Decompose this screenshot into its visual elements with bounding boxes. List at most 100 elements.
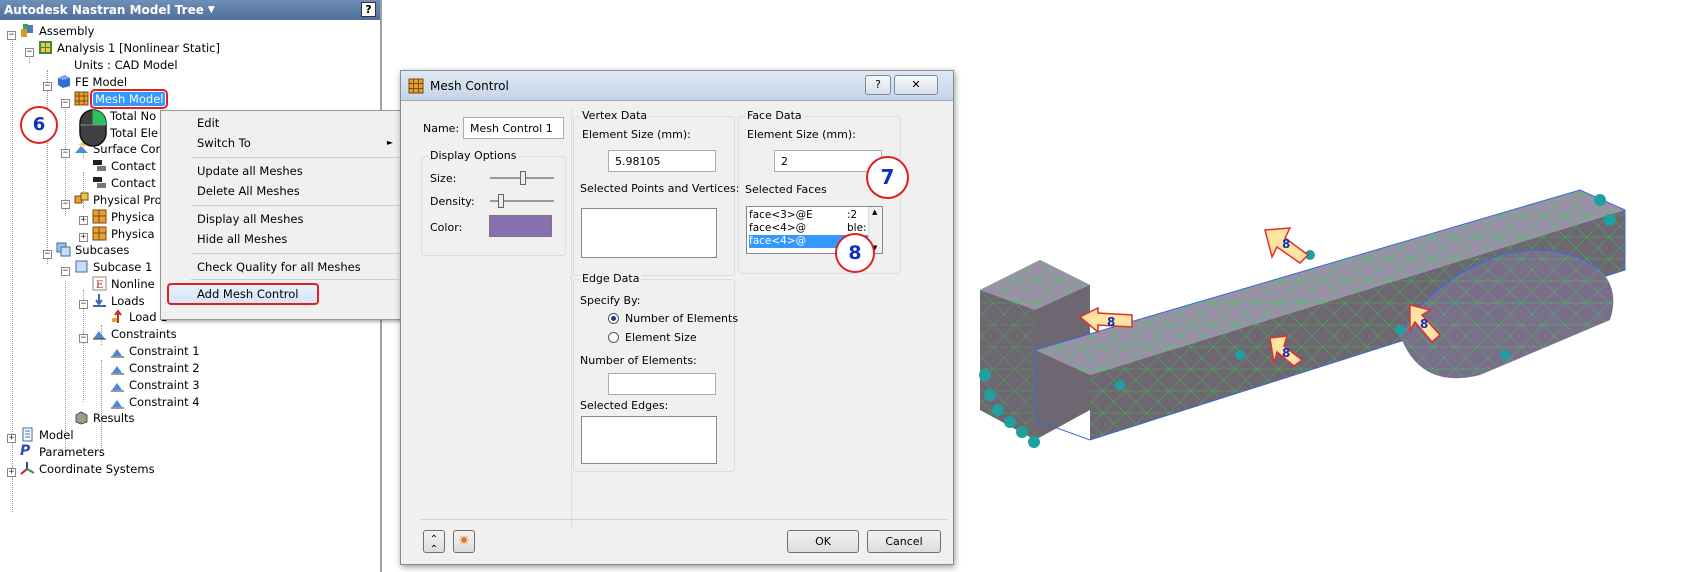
submenu-arrow-icon: ► bbox=[386, 138, 393, 147]
constraint-icon bbox=[111, 349, 124, 358]
display-options-group: Display Options Size: Density: Color: bbox=[421, 149, 566, 256]
tree-node-constraints[interactable]: Constraints bbox=[92, 325, 177, 342]
face-element-size-field[interactable] bbox=[774, 150, 882, 172]
tree-node-units[interactable]: Units : CAD Model bbox=[74, 56, 178, 73]
menu-item-hide-all-meshes[interactable]: Hide all Meshes bbox=[163, 229, 401, 249]
assembly-icon bbox=[21, 24, 33, 37]
mesh-control-icon bbox=[408, 78, 424, 94]
tree-node-contact-1[interactable]: Contact bbox=[92, 157, 156, 174]
name-field[interactable] bbox=[463, 117, 564, 139]
size-label: Size: bbox=[430, 172, 457, 185]
settings-button[interactable]: ✷ bbox=[453, 530, 475, 553]
tree-node-constraint-3[interactable]: Constraint 3 bbox=[110, 376, 200, 393]
selected-points-label: Selected Points and Vertices: bbox=[580, 182, 740, 195]
tree-node-assembly[interactable]: Assembly bbox=[20, 22, 94, 39]
vertex-element-size-field[interactable] bbox=[608, 150, 716, 172]
tree-node-load-1[interactable]: Load 1 bbox=[110, 308, 168, 325]
number-of-elements-field[interactable] bbox=[608, 373, 716, 395]
mesh-icon bbox=[74, 91, 89, 106]
selected-edges-list[interactable] bbox=[581, 416, 717, 464]
tree-node-loads[interactable]: Loads bbox=[92, 292, 145, 309]
cancel-button[interactable]: Cancel bbox=[867, 530, 941, 553]
step-callout-8: 8 bbox=[835, 233, 875, 273]
load-arrow-icon bbox=[112, 309, 122, 323]
menu-item-edit[interactable]: Edit bbox=[163, 113, 401, 133]
physical-icon bbox=[92, 226, 107, 241]
mesh-model-label: Mesh Model bbox=[89, 88, 169, 109]
dialog-title: Mesh Control bbox=[430, 79, 509, 93]
dropdown-arrow-icon[interactable]: ▼ bbox=[208, 5, 215, 15]
menu-item-check-quality[interactable]: Check Quality for all Meshes bbox=[163, 257, 401, 277]
vertex-element-size-label: Element Size (mm): bbox=[582, 128, 691, 141]
ok-button[interactable]: OK bbox=[787, 530, 859, 553]
selected-points-list[interactable] bbox=[581, 208, 717, 258]
collapse-button[interactable]: ⌃ ⌃ bbox=[423, 530, 445, 555]
step-callout-7: 7 bbox=[866, 156, 909, 199]
tree-node-constraint-1[interactable]: Constraint 1 bbox=[110, 342, 200, 359]
constraints-icon bbox=[93, 331, 106, 340]
tree-node-contact-2[interactable]: Contact bbox=[92, 174, 156, 191]
tree-node-total-elements[interactable]: Total Ele bbox=[110, 124, 158, 141]
tree-node-fe-model[interactable]: FE Model bbox=[56, 73, 127, 90]
tree-node-model[interactable]: Model bbox=[20, 426, 74, 443]
menu-item-add-mesh-control[interactable]: Add Mesh Control bbox=[167, 283, 319, 305]
radio-element-size[interactable]: Element Size bbox=[608, 331, 697, 344]
menu-item-display-all-meshes[interactable]: Display all Meshes bbox=[163, 209, 401, 229]
help-icon[interactable]: ? bbox=[361, 2, 376, 17]
tree-node-physical-properties[interactable]: Physical Pro bbox=[74, 191, 162, 208]
tree-node-total-nodes[interactable]: Total No bbox=[110, 107, 156, 124]
menu-item-update-all-meshes[interactable]: Update all Meshes bbox=[163, 161, 401, 181]
tree-node-physical-1[interactable]: Physica bbox=[92, 208, 155, 225]
svg-text:8: 8 bbox=[1420, 317, 1428, 331]
tree-node-subcase-1[interactable]: Subcase 1 bbox=[74, 258, 152, 275]
analysis-icon bbox=[39, 41, 52, 54]
model-tree-header[interactable]: Autodesk Nastran Model Tree ▼ ? bbox=[0, 0, 380, 20]
color-swatch[interactable] bbox=[489, 215, 552, 237]
density-slider[interactable] bbox=[490, 194, 554, 208]
fe-model-icon bbox=[58, 75, 70, 88]
dialog-close-button[interactable]: ✕ bbox=[894, 75, 938, 95]
density-label: Density: bbox=[430, 195, 475, 208]
mesh-control-dialog: Mesh Control ? ✕ Name: Display Options S… bbox=[400, 70, 954, 565]
tree-node-results[interactable]: Results bbox=[74, 409, 135, 426]
model-viewport[interactable]: 8 8 8 8 bbox=[960, 160, 1685, 572]
tree-node-mesh-model[interactable]: Mesh Model bbox=[74, 88, 169, 109]
starburst-icon: ✷ bbox=[458, 533, 470, 549]
constraint-icon bbox=[111, 400, 124, 409]
tree-node-parameters[interactable]: P Parameters bbox=[20, 443, 105, 460]
nonlinear-icon: E bbox=[92, 276, 107, 291]
density-slider-thumb[interactable] bbox=[498, 194, 504, 208]
number-of-elements-label: Number of Elements: bbox=[580, 354, 697, 367]
subcase-icon bbox=[75, 260, 88, 273]
double-chevron-up-icon: ⌃ ⌃ bbox=[429, 534, 439, 555]
color-label: Color: bbox=[430, 221, 463, 234]
radio-number-of-elements[interactable]: Number of Elements bbox=[608, 312, 738, 325]
dialog-help-button[interactable]: ? bbox=[865, 75, 891, 95]
physical-property-icon bbox=[74, 192, 89, 204]
scroll-up-icon[interactable]: ▲ bbox=[872, 208, 877, 216]
step-callout-6: 6 bbox=[20, 106, 58, 144]
tree-node-analysis-1[interactable]: Analysis 1 [Nonlinear Static] bbox=[38, 39, 220, 56]
tree-node-nonlinear[interactable]: E Nonline bbox=[92, 275, 155, 292]
svg-text:8: 8 bbox=[1282, 237, 1290, 251]
selected-edges-label: Selected Edges: bbox=[580, 399, 669, 412]
name-label: Name: bbox=[423, 122, 460, 135]
dialog-title-bar[interactable]: Mesh Control ? ✕ bbox=[401, 71, 953, 101]
physical-icon bbox=[92, 209, 107, 224]
specify-by-label: Specify By: bbox=[580, 294, 641, 307]
face-element-size-label: Element Size (mm): bbox=[747, 128, 856, 141]
tree-node-physical-2[interactable]: Physica bbox=[92, 225, 155, 242]
tree-node-subcases[interactable]: Subcases bbox=[56, 241, 129, 258]
size-slider-thumb[interactable] bbox=[520, 171, 526, 185]
size-slider[interactable] bbox=[490, 171, 554, 185]
tree-node-constraint-2[interactable]: Constraint 2 bbox=[110, 359, 200, 376]
subcases-icon bbox=[56, 242, 71, 257]
tree-node-coordinate-systems[interactable]: Coordinate Systems bbox=[20, 460, 155, 477]
model-icon bbox=[22, 427, 33, 442]
menu-item-switch-to[interactable]: Switch To ► bbox=[163, 133, 401, 153]
coordinate-system-icon bbox=[20, 462, 35, 475]
menu-item-delete-all-meshes[interactable]: Delete All Meshes bbox=[163, 181, 401, 201]
loads-icon bbox=[93, 294, 106, 307]
face-item[interactable]: face<3>@E:2 bbox=[749, 209, 869, 222]
tree-node-constraint-4[interactable]: Constraint 4 bbox=[110, 393, 200, 410]
